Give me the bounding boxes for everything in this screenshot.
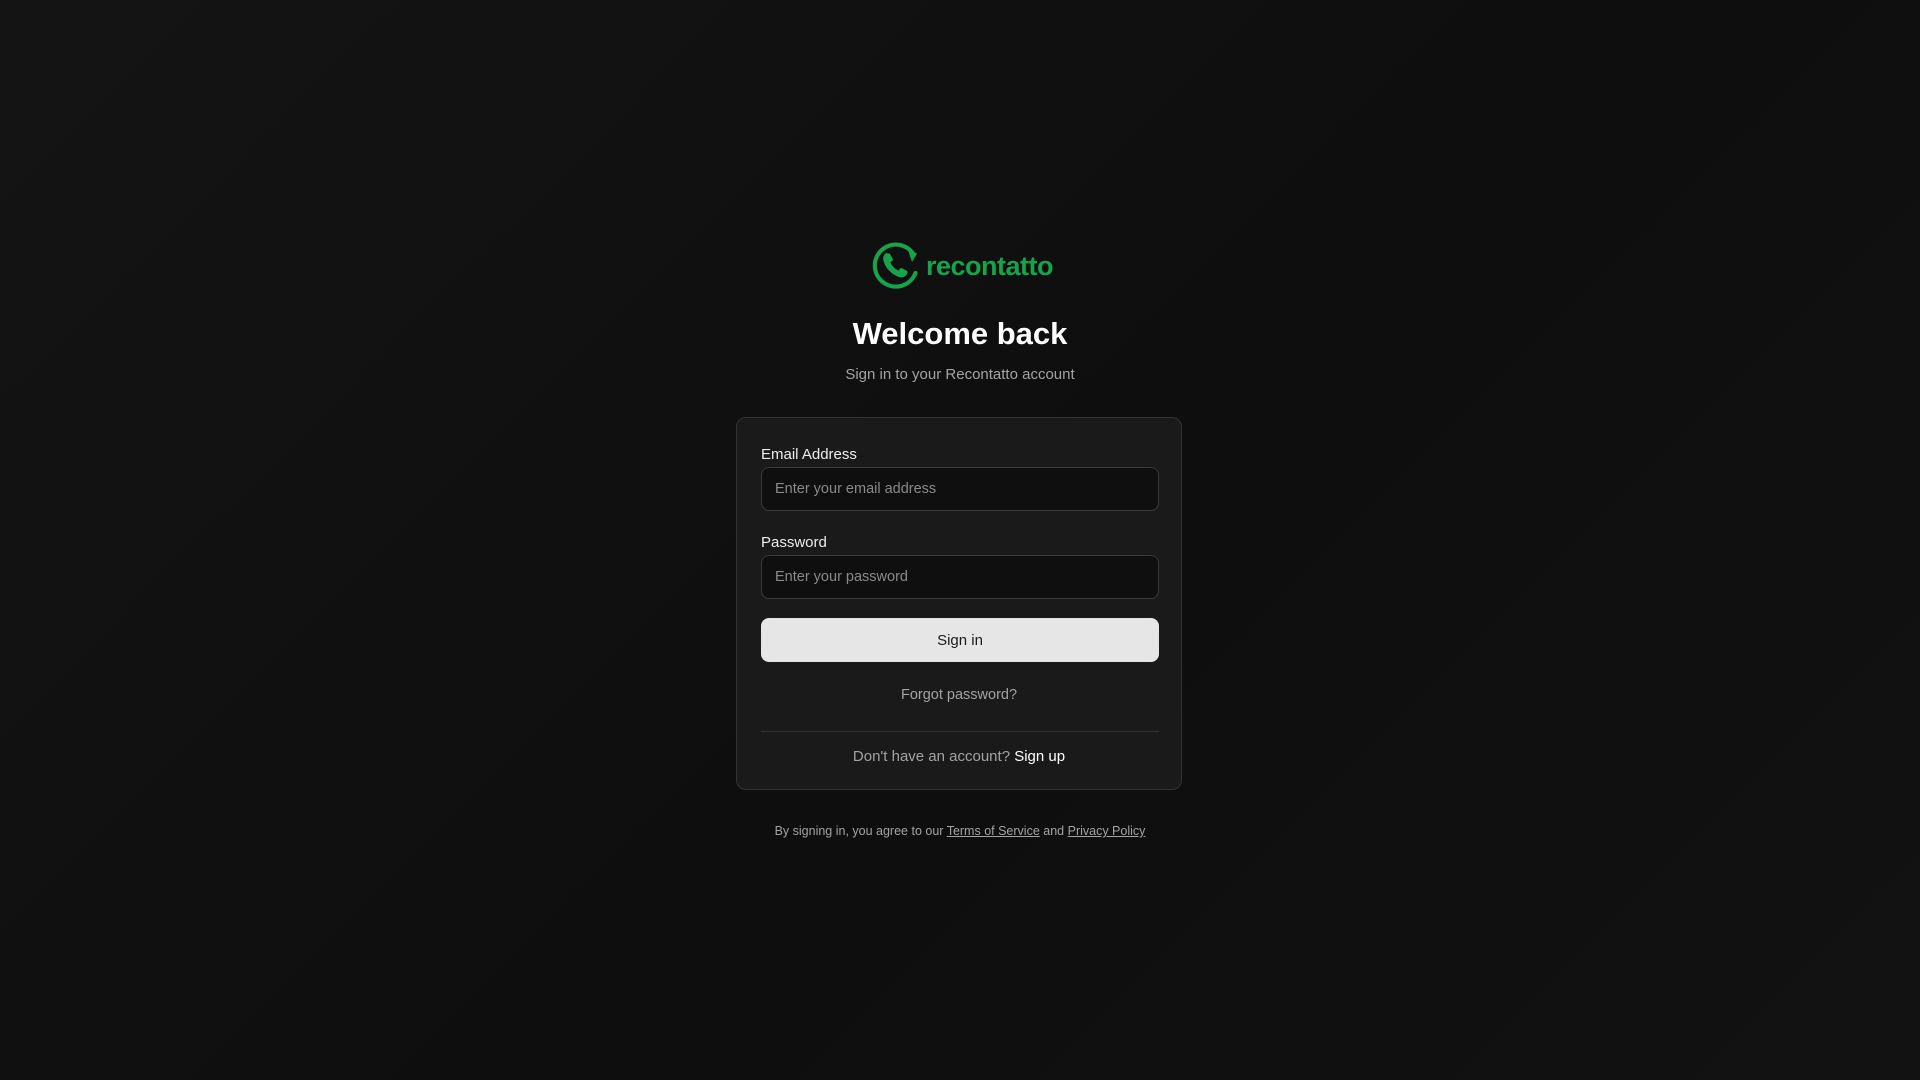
divider <box>761 731 1159 732</box>
signup-prompt-row: Don't have an account? Sign up <box>737 747 1181 767</box>
page-title: Welcome back <box>852 316 1068 351</box>
brand-name: recontatto <box>926 250 1054 281</box>
sign-up-link[interactable]: Sign up <box>1014 748 1065 765</box>
brand-logo: recontatto <box>868 238 1054 294</box>
login-page: recontatto Welcome back Sign in to your … <box>0 0 1920 1080</box>
password-label: Password <box>761 534 827 551</box>
legal-joiner: and <box>1043 824 1065 838</box>
legal-prefix: By signing in, you agree to our <box>774 824 944 838</box>
page-subtitle: Sign in to your Recontatto account <box>845 366 1075 383</box>
email-label: Email Address <box>761 446 857 463</box>
email-field[interactable] <box>761 467 1159 511</box>
phone-refresh-icon <box>872 242 918 289</box>
signup-prompt: Don't have an account? <box>852 748 1011 765</box>
terms-of-service-link[interactable]: Terms of Service <box>947 824 1040 838</box>
legal-notice: By signing in, you agree to our Terms of… <box>0 823 1920 839</box>
sign-in-button[interactable]: Sign in <box>761 618 1159 662</box>
forgot-password-link[interactable]: Forgot password? <box>737 685 1181 705</box>
login-form: Email Address Password Sign in Forgot pa… <box>736 417 1182 790</box>
privacy-policy-link[interactable]: Privacy Policy <box>1068 824 1146 838</box>
password-field[interactable] <box>761 555 1159 599</box>
